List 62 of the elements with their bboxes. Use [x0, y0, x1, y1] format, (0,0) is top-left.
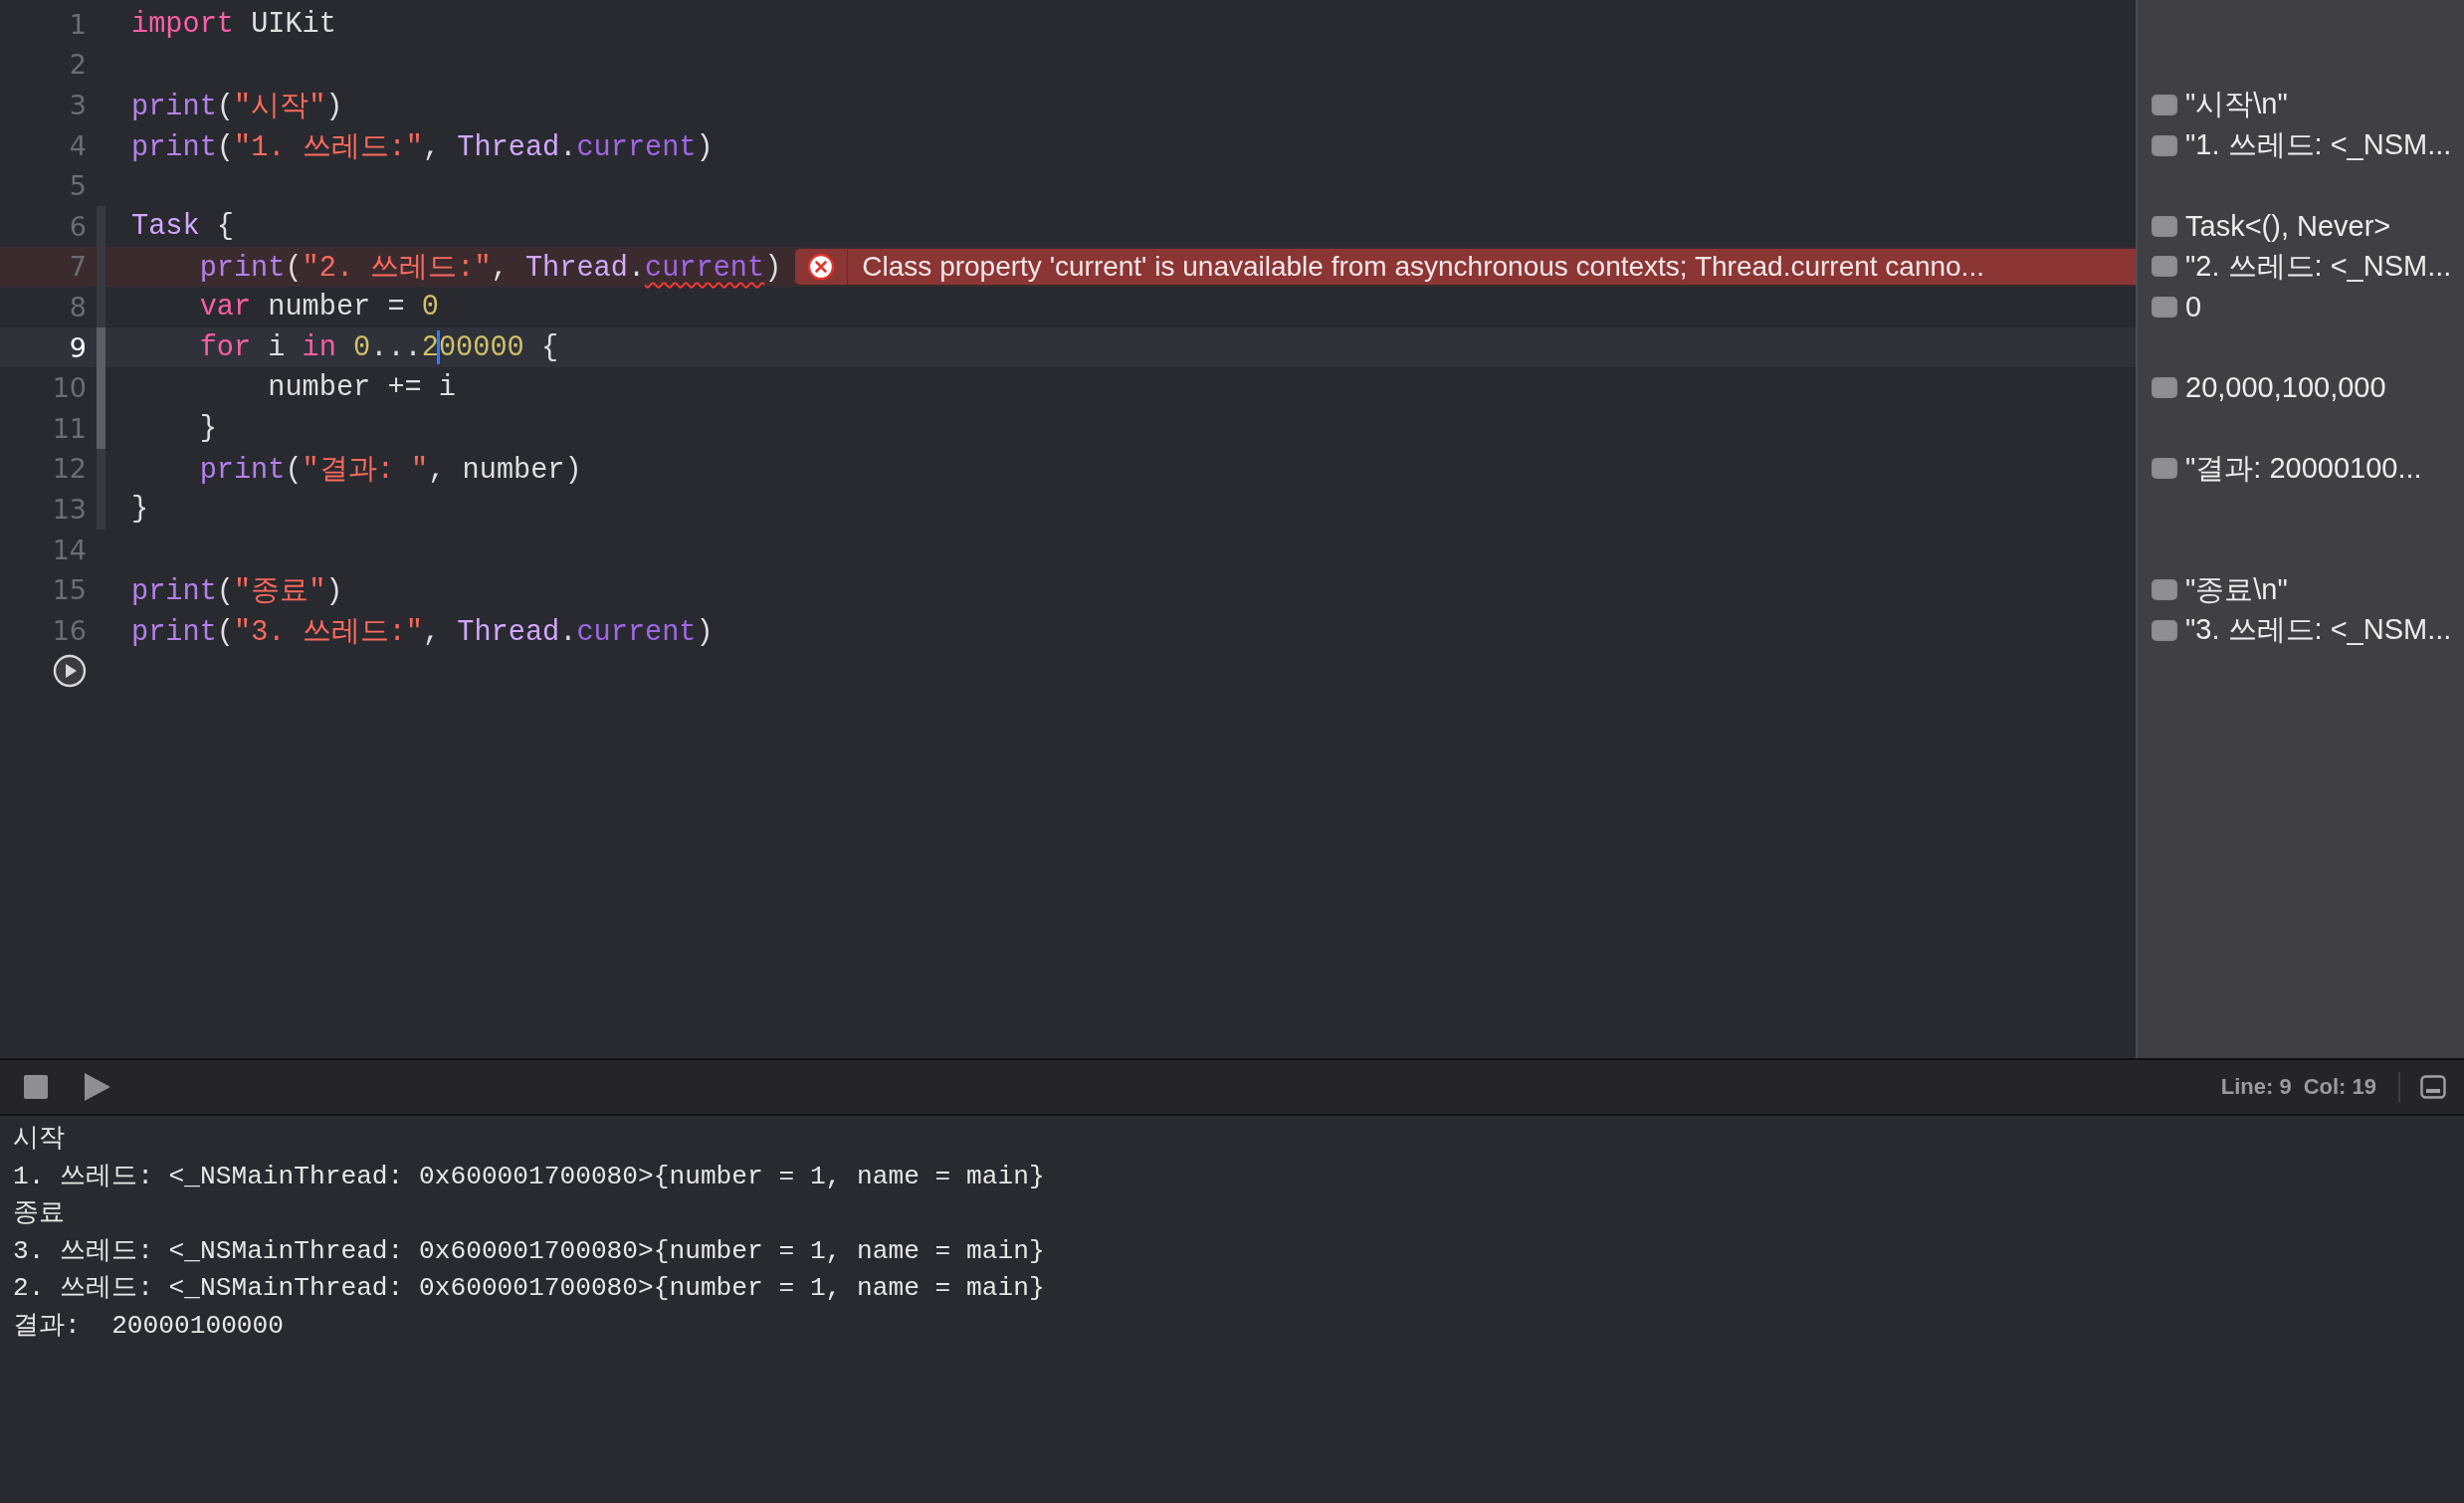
result-value: "결과: 20000100...	[2185, 450, 2422, 486]
result-value: Task<(), Never>	[2185, 209, 2391, 243]
code-line: }	[131, 492, 149, 526]
run-button[interactable]	[53, 653, 87, 688]
line-number: 4	[68, 129, 87, 161]
line-number: 12	[51, 453, 87, 485]
run-button[interactable]	[84, 1073, 111, 1101]
column-indicator: Col: 19	[2303, 1074, 2376, 1100]
line-number: 2	[68, 49, 87, 81]
scope-ribbon[interactable]	[97, 326, 105, 368]
quick-look-toggle[interactable]	[2152, 458, 2177, 480]
quick-look-toggle[interactable]	[2152, 134, 2177, 156]
result-value: "2. 쓰레드: <_NSM...	[2185, 248, 2452, 284]
quick-look-toggle[interactable]	[2152, 215, 2177, 237]
error-banner[interactable]: Class property 'current' is unavailable from asynchronous contexts; Thread.current canno...	[795, 248, 2136, 285]
quick-look-toggle[interactable]	[2152, 619, 2177, 641]
code-line: print("3. 쓰레드:", Thread.current)	[131, 614, 714, 650]
console-line: 종료	[13, 1197, 66, 1231]
code-line: print("종료")	[131, 574, 343, 610]
line-number: 1	[68, 8, 87, 40]
result-value: 0	[2185, 290, 2202, 323]
code-line: import UIKit	[131, 7, 336, 41]
quick-look-toggle[interactable]	[2152, 579, 2177, 601]
line-number: 9	[68, 331, 87, 363]
result-value: 20,000,100,000	[2185, 371, 2386, 405]
line-number: 16	[51, 614, 87, 646]
code-line: number += i	[267, 371, 457, 405]
code-line: print("2. 쓰레드:", Thread.current)	[198, 251, 782, 287]
error-icon	[807, 252, 836, 281]
line-number: 15	[51, 574, 87, 606]
line-number: 10	[51, 372, 87, 404]
quick-look-toggle[interactable]	[2152, 377, 2177, 399]
line-number: 5	[68, 170, 87, 202]
code-line: print("1. 쓰레드:", Thread.current)	[131, 129, 714, 165]
code-line: var number = 0	[198, 290, 439, 323]
result-value: "3. 쓰레드: <_NSM...	[2185, 612, 2452, 648]
console-line: 2. 쓰레드: <_NSMainThread: 0x600001700080>{number = 1, name = main}	[13, 1272, 1046, 1306]
line-number: 13	[51, 493, 87, 525]
line-number: 14	[51, 534, 87, 565]
line-indicator: Line: 9	[2220, 1074, 2292, 1100]
line-number: 11	[51, 412, 87, 444]
quick-look-toggle[interactable]	[2152, 296, 2177, 318]
console-line: 시작	[13, 1123, 66, 1156]
console-line: 1. 쓰레드: <_NSMainThread: 0x600001700080>{number = 1, name = main}	[13, 1160, 1046, 1193]
code-line: print("시작")	[131, 90, 343, 124]
code-line: print("결과: ", number)	[198, 453, 582, 489]
result-value: "시작\n"	[2185, 87, 2288, 122]
line-number: 7	[68, 251, 87, 283]
console-line: 3. 쓰레드: <_NSMainThread: 0x600001700080>{number = 1, name = main}	[13, 1234, 1046, 1268]
quick-look-toggle[interactable]	[2152, 95, 2177, 115]
quick-look-toggle[interactable]	[2152, 256, 2177, 278]
panel-toggle-icon[interactable]	[2420, 1075, 2446, 1099]
line-number: 6	[68, 210, 87, 242]
code-line: Task {	[131, 209, 234, 243]
result-value: "1. 쓰레드: <_NSM...	[2185, 127, 2452, 163]
code-line: for i in 0...200000 {	[198, 330, 559, 365]
code-line: }	[198, 411, 217, 445]
result-value: "종료\n"	[2185, 571, 2288, 607]
line-number: 8	[68, 291, 87, 322]
line-number: 3	[68, 90, 87, 120]
console-line: 결과: 20000100000	[13, 1309, 285, 1343]
scope-ribbon[interactable]	[97, 448, 105, 490]
